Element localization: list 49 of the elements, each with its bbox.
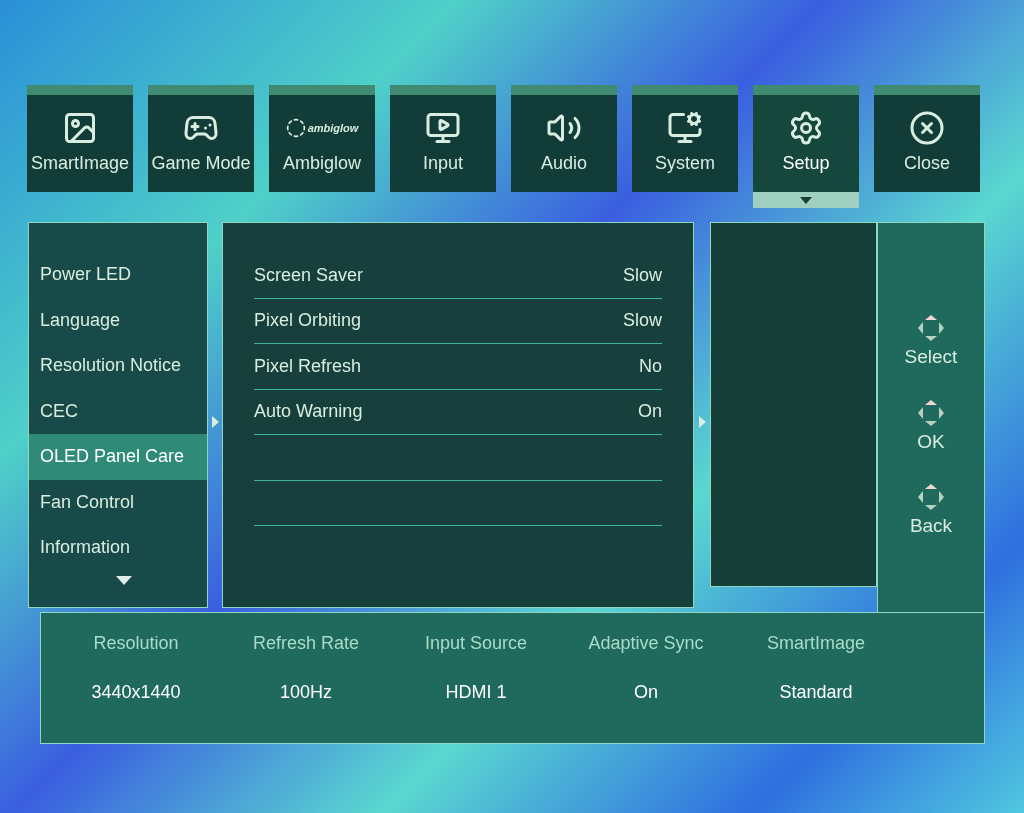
status-value: HDMI 1	[445, 681, 507, 704]
menu-item[interactable]: Language	[29, 297, 207, 343]
status-value: 3440x1440	[91, 681, 181, 704]
arrow-right-icon	[211, 416, 219, 428]
status-label: Refresh Rate	[252, 632, 360, 655]
menu-item[interactable]: Resolution Notice	[29, 343, 207, 389]
monitor-arrow-icon	[425, 110, 461, 146]
setting-label[interactable]: Pixel Refresh	[254, 352, 362, 380]
setting-value: On	[638, 400, 662, 424]
status-value: Standard	[779, 681, 853, 704]
gear-icon	[788, 110, 824, 146]
setting-label[interactable]: Screen Saver	[254, 261, 364, 289]
menu-tab[interactable]: Input	[390, 85, 496, 192]
setting-label[interactable]: Auto Warning	[254, 398, 363, 426]
menu-tab[interactable]: Setup	[753, 85, 859, 192]
close-icon	[909, 110, 945, 146]
status-label: Adaptive Sync	[588, 632, 704, 655]
menu-tab[interactable]: Close	[874, 85, 980, 192]
dpad-icon	[916, 397, 946, 428]
caret-icon	[753, 192, 859, 208]
setting-value: Slow	[623, 263, 662, 287]
status-label: SmartImage	[766, 632, 865, 655]
picture-icon	[62, 110, 98, 146]
nav-hint: Select	[904, 345, 958, 369]
status-value: On	[634, 681, 658, 704]
menu-item[interactable]: Power LED	[29, 252, 207, 298]
menu-tab[interactable]: System	[632, 85, 738, 192]
menu-item[interactable]: CEC	[29, 388, 207, 434]
dpad-icon	[916, 313, 946, 343]
setting-value: No	[639, 354, 662, 378]
menu-tab[interactable]: ambiglow Ambiglow	[269, 85, 375, 192]
nav-hint: Back	[909, 514, 953, 538]
menu-tab[interactable]: SmartImage	[27, 85, 133, 192]
menu-item[interactable]: Information	[29, 525, 207, 571]
menu-tab[interactable]: Game Mode	[148, 85, 254, 192]
arrow-right-icon	[698, 416, 706, 428]
menu-item[interactable]: Fan Control	[29, 479, 207, 525]
setting-label[interactable]: Pixel Orbiting	[254, 307, 362, 335]
nav-hint: OK	[917, 429, 945, 454]
status-value: 100Hz	[280, 681, 332, 704]
scroll-down-icon	[116, 576, 132, 585]
menu-item[interactable]: OLED Panel Care	[29, 434, 207, 480]
status-label: Input Source	[424, 632, 528, 655]
menu-tab[interactable]: Audio	[511, 85, 617, 192]
dpad-icon	[916, 482, 946, 512]
ambiglow-logo: ambiglow	[285, 110, 359, 146]
setting-value: Slow	[623, 309, 662, 333]
monitor-gear-icon	[667, 110, 703, 146]
status-label: Resolution	[93, 632, 179, 655]
